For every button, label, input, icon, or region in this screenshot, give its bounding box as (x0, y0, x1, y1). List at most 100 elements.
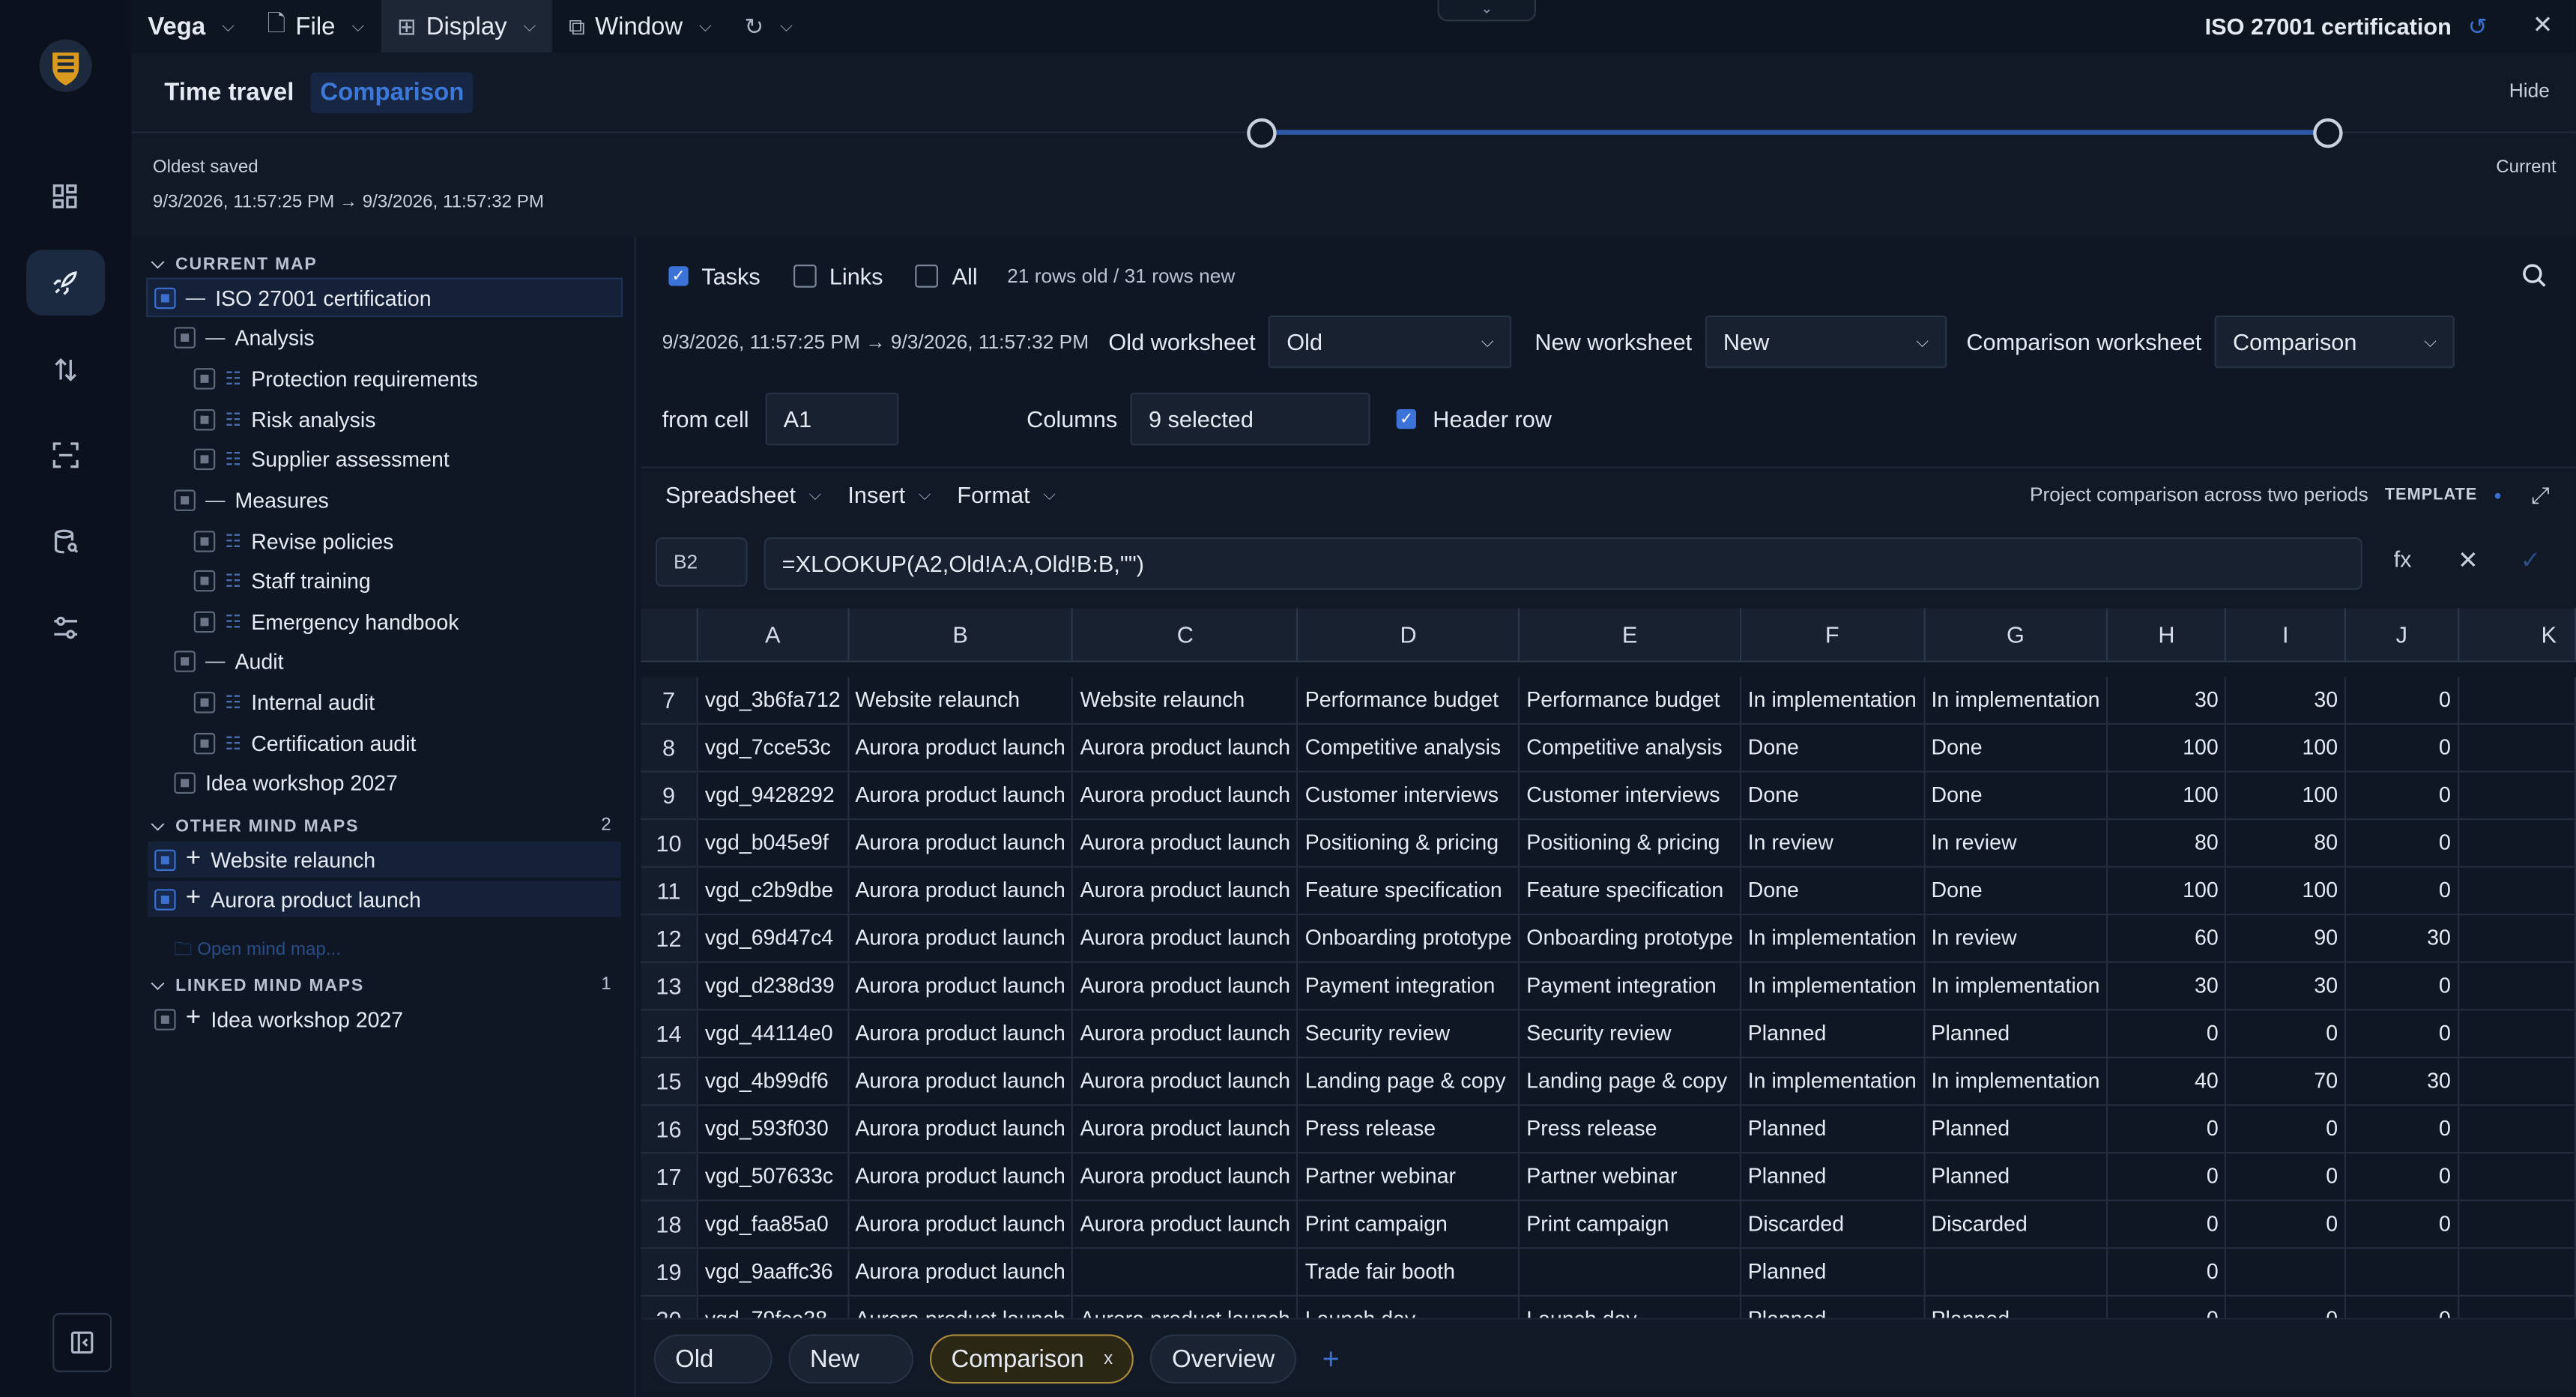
from-cell-input[interactable]: A1 (765, 393, 899, 446)
linked-maps-header[interactable]: ⌵ LINKED MIND MAPS (151, 974, 364, 996)
table-cell[interactable]: 0 (2107, 1152, 2227, 1201)
file-menu[interactable]: 🗋 File ⌵ (251, 0, 381, 52)
tasks-checkbox[interactable]: ✓ Tasks (668, 263, 761, 289)
table-cell[interactable]: Trade fair booth (1297, 1247, 1520, 1296)
table-cell[interactable]: In implementation (1740, 914, 1925, 962)
node-checkbox[interactable] (193, 408, 216, 430)
table-cell[interactable]: Security review (1519, 1009, 1741, 1057)
table-cell[interactable]: In implementation (1740, 1056, 1925, 1105)
table-cell[interactable]: 30 (2225, 676, 2347, 724)
other-map-aurora-product-launch[interactable]: + Aurora product launch (148, 881, 621, 917)
table-cell[interactable]: vgd_79fce38 (698, 1294, 849, 1318)
table-cell[interactable] (1519, 1247, 1741, 1296)
other-maps-header[interactable]: ⌵ OTHER MIND MAPS (151, 815, 359, 837)
table-cell[interactable]: In implementation (1923, 961, 2108, 1010)
table-cell[interactable]: 0 (2107, 1009, 2227, 1057)
row-number[interactable]: 11 (641, 866, 699, 915)
map-checkbox[interactable] (154, 1008, 176, 1030)
table-cell[interactable]: Aurora product launch (1072, 722, 1299, 772)
table-cell[interactable]: 0 (2344, 1009, 2459, 1057)
table-cell[interactable]: 100 (2107, 866, 2227, 915)
table-cell[interactable] (2458, 914, 2576, 962)
table-cell[interactable]: 100 (2225, 770, 2347, 820)
table-cell[interactable]: vgd_9428292 (698, 770, 849, 820)
node-checkbox[interactable] (193, 367, 216, 389)
tree-node-supplier-assessment[interactable]: ☷ Supplier assessment (193, 441, 450, 477)
table-cell[interactable]: Payment integration (1297, 961, 1520, 1010)
table-cell[interactable]: 0 (2344, 676, 2459, 724)
expand-icon[interactable]: ⤢ (2531, 480, 2550, 508)
table-cell[interactable]: In implementation (1740, 676, 1925, 724)
column-header[interactable]: A (698, 608, 849, 663)
table-cell[interactable]: Aurora product launch (847, 1056, 1074, 1105)
table-cell[interactable]: vgd_3b6fa712 (698, 676, 849, 724)
tab-time-travel[interactable]: Time travel (154, 72, 303, 113)
table-cell[interactable]: Positioning & pricing (1519, 818, 1741, 867)
table-cell[interactable] (2458, 1247, 2576, 1296)
history-icon[interactable]: ↺ (2468, 12, 2488, 40)
open-mind-map-link[interactable]: 🗀 Open mind map... (174, 935, 341, 967)
cell-reference-field[interactable]: B2 (655, 537, 748, 587)
other-map-website-relaunch[interactable]: + Website relaunch (148, 841, 621, 878)
node-checkbox[interactable] (174, 489, 196, 510)
node-checkbox[interactable] (193, 610, 216, 633)
table-cell[interactable] (2458, 722, 2576, 772)
table-cell[interactable]: Aurora product launch (847, 866, 1074, 915)
column-header[interactable]: I (2225, 608, 2347, 663)
table-cell[interactable]: 80 (2225, 818, 2347, 867)
scan-icon[interactable] (26, 422, 105, 488)
table-cell[interactable]: 40 (2107, 1056, 2227, 1105)
vega-logo[interactable] (33, 33, 99, 99)
table-cell[interactable]: 0 (2344, 1104, 2459, 1153)
table-cell[interactable]: Aurora product launch (1072, 818, 1299, 867)
table-cell[interactable]: vgd_593f030 (698, 1104, 849, 1153)
table-cell[interactable]: 0 (2344, 818, 2459, 867)
table-cell[interactable]: In review (1740, 818, 1925, 867)
table-cell[interactable]: Done (1923, 866, 2108, 915)
table-cell[interactable] (2344, 1247, 2459, 1296)
table-cell[interactable]: Aurora product launch (847, 1199, 1074, 1249)
table-cell[interactable]: Discarded (1923, 1199, 2108, 1249)
row-number[interactable]: 13 (641, 961, 699, 1010)
table-cell[interactable]: Aurora product launch (1072, 1294, 1299, 1318)
node-checkbox[interactable] (193, 447, 216, 469)
row-number[interactable]: 16 (641, 1104, 699, 1153)
table-cell[interactable]: Aurora product launch (847, 1247, 1074, 1296)
table-cell[interactable]: 70 (2225, 1056, 2347, 1105)
table-cell[interactable] (2458, 1009, 2576, 1057)
table-cell[interactable]: Press release (1297, 1104, 1520, 1153)
row-number[interactable]: 10 (641, 818, 699, 867)
table-cell[interactable]: Performance budget (1519, 676, 1741, 724)
confirm-icon[interactable]: ✓ (2520, 546, 2541, 575)
table-cell[interactable]: 0 (2344, 1294, 2459, 1318)
cancel-icon[interactable]: ✕ (2458, 546, 2479, 575)
node-checkbox[interactable] (193, 731, 216, 754)
table-cell[interactable]: 0 (2344, 866, 2459, 915)
node-checkbox[interactable] (154, 286, 176, 309)
table-cell[interactable] (1072, 1247, 1299, 1296)
table-cell[interactable]: Aurora product launch (847, 818, 1074, 867)
table-cell[interactable]: Aurora product launch (1072, 1104, 1299, 1153)
table-cell[interactable] (2458, 1152, 2576, 1201)
timeline-start-handle[interactable] (1247, 118, 1277, 148)
table-cell[interactable]: Discarded (1740, 1199, 1925, 1249)
table-cell[interactable]: Aurora product launch (1072, 1009, 1299, 1057)
table-cell[interactable]: Press release (1519, 1104, 1741, 1153)
table-cell[interactable]: Aurora product launch (1072, 1056, 1299, 1105)
insert-menu[interactable]: Insert ⌵ (847, 481, 931, 507)
table-cell[interactable]: Aurora product launch (847, 770, 1074, 820)
tree-node-measures[interactable]: — Measures (174, 481, 329, 517)
table-cell[interactable]: Partner webinar (1297, 1152, 1520, 1201)
table-cell[interactable] (2458, 676, 2576, 724)
table-cell[interactable]: Done (1923, 722, 2108, 772)
table-cell[interactable]: Done (1923, 770, 2108, 820)
map-checkbox[interactable] (154, 888, 176, 910)
table-cell[interactable]: In review (1923, 914, 2108, 962)
function-button[interactable]: fx (2394, 546, 2412, 572)
refresh-menu[interactable]: ↻ ⌵ (728, 0, 809, 52)
sliders-icon[interactable] (26, 595, 105, 661)
table-cell[interactable]: vgd_faa85a0 (698, 1199, 849, 1249)
table-cell[interactable]: Planned (1923, 1152, 2108, 1201)
dashboard-icon[interactable] (26, 164, 105, 230)
table-cell[interactable]: vgd_69d47c4 (698, 914, 849, 962)
